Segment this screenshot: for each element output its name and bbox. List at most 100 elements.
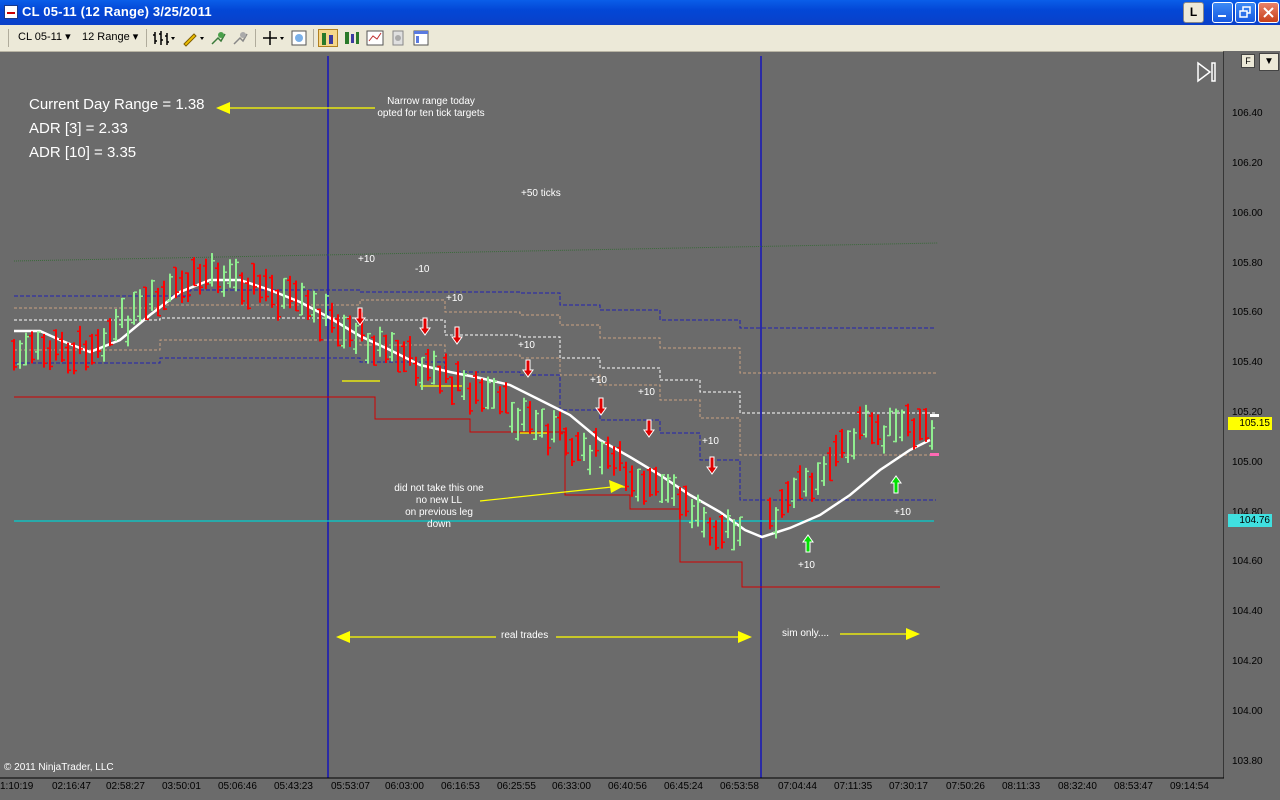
minimize-icon <box>1218 15 1226 17</box>
time-tick-label: 06:53:58 <box>720 781 759 792</box>
time-tick-label: 07:50:26 <box>946 781 985 792</box>
play-icon[interactable] <box>1196 61 1218 83</box>
price-tick-label: 105.00 <box>1232 456 1263 468</box>
price-tick-label: 104.60 <box>1232 556 1263 568</box>
down-arrow-icon <box>595 397 607 416</box>
price-tick-label: 106.40 <box>1232 108 1263 120</box>
chart-app-icon <box>4 5 18 19</box>
note-line: opted for ten tick targets <box>377 108 485 119</box>
note-line: did not take this one <box>394 483 484 494</box>
down-arrow-icon <box>354 307 366 326</box>
price-tick-label: 105.40 <box>1232 357 1263 369</box>
time-tick-label: 05:53:07 <box>331 781 370 792</box>
current-price-badge: 105.15 <box>1228 417 1272 430</box>
interval-selector[interactable]: 12 Range ▾ <box>82 30 138 43</box>
toolbar-separator <box>313 29 314 47</box>
bar-style-icon[interactable] <box>152 29 176 47</box>
window-title: CL 05-11 (12 Range) 3/25/2011 <box>22 4 212 19</box>
data-box-icon[interactable] <box>343 29 361 47</box>
down-arrow-icon <box>522 359 534 378</box>
narrow-range-note: Narrow range today opted for ten tick ta… <box>370 96 492 120</box>
time-tick-label: 02:16:47 <box>52 781 91 792</box>
instrument-label: CL 05-11 <box>18 31 63 43</box>
real-trades-label: real trades <box>501 630 549 641</box>
time-tick-label: 07:11:35 <box>834 781 873 792</box>
close-icon <box>1263 7 1274 18</box>
time-tick-label: 08:32:40 <box>1058 781 1097 792</box>
trade-result-label: -10 <box>415 264 430 275</box>
minimize-button[interactable] <box>1212 2 1233 23</box>
pink-marker <box>930 453 939 456</box>
time-tick-label: 03:50:01 <box>162 781 201 792</box>
indicators-chart-icon[interactable] <box>366 29 384 47</box>
annotation-arrowhead <box>336 631 350 643</box>
chevron-down-icon: ▾ <box>65 31 71 43</box>
down-arrow-icon <box>419 317 431 336</box>
trade-result-label: +10 <box>798 560 815 571</box>
trade-result-label: +10 <box>518 340 535 351</box>
title-bar: CL 05-11 (12 Range) 3/25/2011 L <box>0 0 1280 25</box>
chart-trader-icon[interactable] <box>318 29 338 47</box>
channel-band <box>14 299 936 374</box>
chart-toolbar: CL 05-11 ▾ 12 Range ▾ <box>0 25 1280 52</box>
toolbar-grip <box>8 29 9 47</box>
time-tick-label: 06:03:00 <box>385 781 424 792</box>
annotation-arrowhead <box>906 628 920 640</box>
crosshair-icon[interactable] <box>261 29 285 47</box>
dropdown-button[interactable]: ▼ <box>1259 53 1279 71</box>
down-arrow-icon <box>643 419 655 438</box>
strategy-icon[interactable] <box>231 29 249 47</box>
trade-result-label: +10 <box>358 254 375 265</box>
trade-result-label: +10 <box>894 507 911 518</box>
note-line: on previous leg <box>405 507 473 518</box>
sim-only-label: sim only.... <box>782 628 830 639</box>
time-tick-label: 06:16:53 <box>441 781 480 792</box>
layout-icon[interactable] <box>412 29 430 47</box>
link-button[interactable]: L <box>1183 2 1204 23</box>
band-top-line <box>13 242 939 262</box>
white-marker <box>930 414 939 417</box>
line-price-badge: 104.76 <box>1228 514 1272 527</box>
trade-result-label: +10 <box>638 387 655 398</box>
price-tick-label: 104.20 <box>1232 656 1263 667</box>
annotation-arrowhead <box>609 480 624 493</box>
instrument-selector[interactable]: CL 05-11 ▾ <box>18 30 71 43</box>
annotation-arrowhead <box>216 102 230 114</box>
price-tick-label: 104.00 <box>1232 705 1263 717</box>
zoom-icon[interactable] <box>290 29 308 47</box>
price-tick-label: 105.80 <box>1232 257 1263 269</box>
price-tick-label: 106.20 <box>1232 158 1263 169</box>
interval-label: 12 Range <box>82 31 130 43</box>
price-chart[interactable] <box>0 51 1280 800</box>
chevron-down-icon: ▼ <box>1264 56 1274 67</box>
add-indicator-icon[interactable] <box>209 29 227 47</box>
time-tick-label: 05:43:23 <box>274 781 313 792</box>
f-button[interactable]: F <box>1241 54 1255 68</box>
time-tick-label: 1:10:19 <box>0 781 34 792</box>
close-button[interactable] <box>1258 2 1279 23</box>
time-tick-label: 06:25:55 <box>497 781 536 792</box>
price-tick-label: 106.00 <box>1232 207 1263 219</box>
note-line: down <box>427 519 451 530</box>
price-tick-label: 103.80 <box>1232 755 1263 767</box>
indicator-lines <box>13 56 940 778</box>
up-arrow-icon <box>890 475 902 494</box>
time-tick-label: 08:53:47 <box>1114 781 1153 792</box>
properties-icon[interactable] <box>389 29 407 47</box>
toolbar-separator <box>146 29 147 47</box>
price-tick-label: 104.40 <box>1232 606 1263 618</box>
time-tick-label: 09:14:54 <box>1170 781 1209 792</box>
maximize-button[interactable] <box>1235 2 1256 23</box>
time-tick-label: 06:33:00 <box>552 781 591 792</box>
note-line: no new LL <box>415 495 463 506</box>
trade-result-label: +10 <box>590 375 607 386</box>
plus50-note: +50 ticks <box>521 188 561 199</box>
time-tick-label: 07:30:17 <box>889 781 928 792</box>
toolbar-separator <box>255 29 256 47</box>
trade-result-label: +10 <box>446 293 463 304</box>
up-arrow-icon <box>802 534 814 553</box>
did-not-take-note: did not take this one no new LL on previ… <box>383 483 495 531</box>
pencil-draw-icon[interactable] <box>181 29 205 47</box>
current-day-range: Current Day Range = 1.38 <box>29 96 205 113</box>
time-tick-label: 08:11:33 <box>1002 781 1041 792</box>
